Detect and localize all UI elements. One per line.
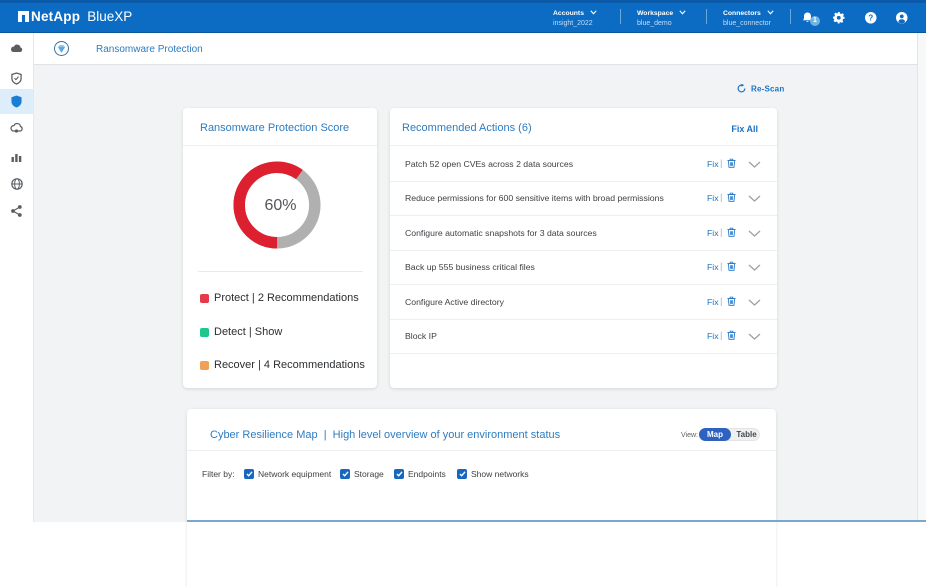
svg-text:?: ? xyxy=(868,14,873,23)
